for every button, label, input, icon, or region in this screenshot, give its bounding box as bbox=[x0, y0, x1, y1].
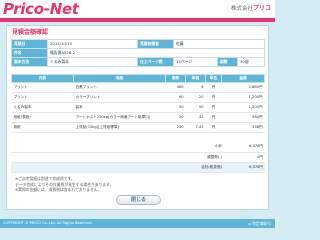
info-value-pages: 15ページ bbox=[173, 57, 218, 67]
info-label-requester: 見積依頼者 bbox=[137, 39, 174, 49]
cell-content: 用紙 bbox=[11, 122, 74, 133]
cell-unit: 円 bbox=[205, 112, 222, 123]
prico-net-logo[interactable]: Prico-Net bbox=[3, 1, 79, 17]
cell-price: 6 bbox=[185, 82, 206, 93]
info-value-requester: 佐藤 bbox=[173, 39, 265, 49]
grand-total-row: 合計(税抜価) 6,376円 bbox=[11, 162, 265, 173]
cell-unit: 円 bbox=[205, 122, 222, 133]
adjustment-value: 0円 bbox=[225, 152, 265, 163]
cell-paper: アートポスト250kg[カラー両面アート紙厚口] bbox=[73, 112, 166, 123]
header-accent-bar bbox=[0, 18, 275, 22]
info-value-subject: 報告書A526-2 bbox=[47, 48, 265, 58]
estimate-items-table: 内容 用紙 面数 単価 単位 金額 プリント 白黒プリント 480 6 円 2,… bbox=[11, 74, 265, 133]
cell-amount: 2,880円 bbox=[221, 82, 265, 93]
subtotal-row: 小計 6,376円 bbox=[11, 142, 265, 153]
info-label-binding: 製本方法 bbox=[11, 57, 48, 67]
cell-amount: 960円 bbox=[221, 112, 265, 123]
copyright-text: COPYRIGHT © PRICO Co.,Ltd. All Rights Re… bbox=[3, 221, 92, 225]
footer: COPYRIGHT © PRICO Co.,Ltd. All Rights Re… bbox=[0, 219, 275, 228]
subtotal-value: 6,376円 bbox=[225, 142, 265, 153]
cell-content: プリント bbox=[11, 82, 74, 93]
info-label-date: 見積日 bbox=[11, 39, 48, 49]
estimate-info-table: 見積日 2015/10/15 見積依頼者 佐藤 件名 報告書A526-2 製本方… bbox=[11, 39, 265, 67]
subtotal-label: 小計 bbox=[11, 142, 225, 153]
cell-price: 20 bbox=[185, 92, 206, 103]
company-brand: プリコ bbox=[252, 5, 271, 12]
cell-amount: 1,500円 bbox=[221, 102, 265, 113]
cell-content: プリント bbox=[11, 92, 74, 103]
cell-price: 50 bbox=[185, 102, 206, 113]
info-value-binding: くるみ製本 bbox=[47, 57, 138, 67]
info-value-date: 2015/10/15 bbox=[47, 39, 138, 49]
company-prefix: 株式会社 bbox=[230, 6, 253, 12]
cell-faces: 30 bbox=[165, 112, 186, 123]
grand-total-value: 6,376円 bbox=[225, 162, 265, 173]
cell-price: 32 bbox=[185, 112, 206, 123]
info-label-subject: 件名 bbox=[11, 48, 48, 58]
table-row: 用紙(表紙) アートポスト250kg[カラー両面アート紙厚口] 30 32 円 … bbox=[11, 112, 265, 123]
tokusho-link-label: 特定商取引 bbox=[252, 221, 271, 226]
cell-amount: 1,200円 bbox=[221, 92, 265, 103]
info-row: 製本方法 くるみ製本 仕上ページ数 15ページ 部数 30部 bbox=[11, 57, 265, 67]
info-label-pages: 仕上ページ数 bbox=[137, 57, 174, 67]
column-header-amount: 金額 bbox=[221, 74, 265, 83]
close-button[interactable]: 閉じる bbox=[116, 195, 161, 205]
info-row: 件名 報告書A526-2 bbox=[11, 48, 265, 58]
company-name: 株式会社プリコ bbox=[231, 5, 271, 13]
estimate-panel: 見積金額確認 見積日 2015/10/15 見積依頼者 佐藤 件名 報告書A52… bbox=[6, 25, 269, 210]
column-header-unit: 単位 bbox=[205, 74, 222, 83]
table-row: プリント カラープリント 60 20 円 1,200円 bbox=[11, 92, 265, 103]
cell-faces: 60 bbox=[165, 92, 186, 103]
cell-content: くるみ製本 bbox=[11, 102, 74, 113]
table-row: プリント 白黒プリント 480 6 円 2,880円 bbox=[11, 82, 265, 93]
grand-total-label: 合計(税抜価) bbox=[11, 162, 225, 173]
cell-paper: 上質紙(70kg)[上質紙標準] bbox=[73, 122, 166, 133]
cell-unit: 円 bbox=[205, 92, 222, 103]
table-row: 用紙 上質紙(70kg)[上質紙標準] 240 7.45 円 336円 bbox=[11, 122, 265, 133]
cell-paper: カラープリント bbox=[73, 92, 166, 103]
header: Prico-Net 株式会社プリコ bbox=[0, 0, 275, 18]
info-row: 見積日 2015/10/15 見積依頼者 佐藤 bbox=[11, 39, 265, 49]
notes: ※ご自宅用紙は別途で作成費です。 データ作成によりその作業費が発生する場合があり… bbox=[15, 176, 265, 193]
cell-paper: 製本 bbox=[73, 102, 166, 113]
info-label-copies: 部数 bbox=[217, 57, 238, 67]
items-header-row: 内容 用紙 面数 単価 単位 金額 bbox=[11, 74, 265, 83]
column-header-content: 内容 bbox=[11, 74, 74, 83]
info-value-copies: 30部 bbox=[237, 57, 265, 67]
cell-faces: 240 bbox=[165, 122, 186, 133]
column-header-price: 単価 bbox=[185, 74, 206, 83]
totals-table: 小計 6,376円 調整費(-) 0円 合計(税抜価) 6,376円 bbox=[11, 142, 265, 173]
note-line: ※実際の金額には、消費税は含まれておりません。 bbox=[15, 187, 102, 192]
cell-unit: 円 bbox=[205, 82, 222, 93]
cell-unit: 円 bbox=[205, 102, 222, 113]
cell-faces: 30 bbox=[165, 102, 186, 113]
cell-faces: 480 bbox=[165, 82, 186, 93]
tokusho-link[interactable]: ▸ 特定商取引 bbox=[249, 221, 271, 226]
table-row: くるみ製本 製本 30 50 円 1,500円 bbox=[11, 102, 265, 113]
adjustment-row: 調整費(-) 0円 bbox=[11, 152, 265, 163]
cell-amount: 336円 bbox=[221, 122, 265, 133]
adjustment-label: 調整費(-) bbox=[11, 152, 225, 163]
page-title: 見積金額確認 bbox=[12, 29, 49, 36]
cell-content: 用紙(表紙) bbox=[11, 112, 74, 123]
cell-price: 7.45 bbox=[185, 122, 206, 133]
cell-paper: 白黒プリント bbox=[73, 82, 166, 93]
column-header-paper: 用紙 bbox=[73, 74, 166, 83]
column-header-faces: 面数 bbox=[165, 74, 186, 83]
